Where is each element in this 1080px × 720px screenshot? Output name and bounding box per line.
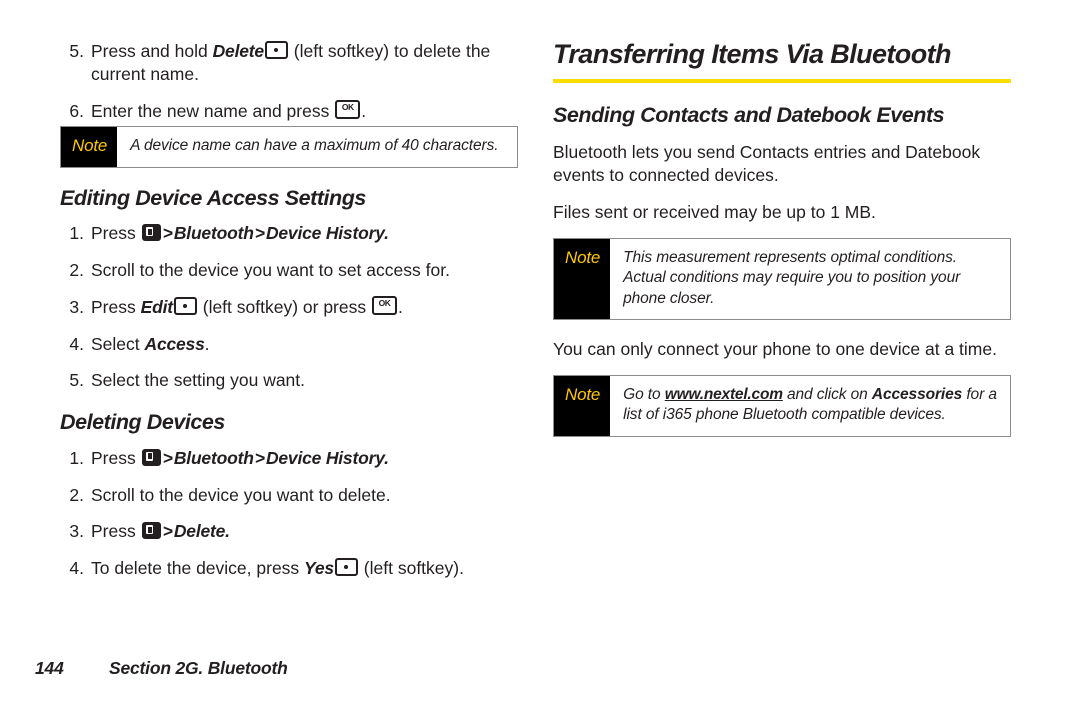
emphasis-term: Device History.	[265, 223, 389, 244]
note-text: This measurement represents optimal cond…	[623, 248, 961, 307]
list-item: 1. Press >Bluetooth>Device History.	[60, 447, 518, 470]
list-item: 3. Press Edit (left softkey) or press OK.	[60, 295, 518, 319]
list-item-number: 4.	[69, 333, 84, 354]
text-run: To delete the device, press	[91, 558, 305, 579]
menu-path-separator: >	[162, 447, 173, 468]
note-text-rich: Go to www.nextel.com and click on Access…	[610, 376, 1010, 436]
text-run: Press	[91, 296, 141, 317]
manual-page: 5. Press and hold Delete (left softkey) t…	[0, 0, 1080, 720]
left-softkey-icon	[334, 558, 358, 577]
list-item: 2. Scroll to the device you want to set a…	[60, 259, 518, 282]
list-item-number: 2.	[69, 260, 84, 281]
note-text: A device name can have a maximum of 40 c…	[130, 137, 499, 155]
note-box: Note This measurement represents optimal…	[553, 237, 1011, 321]
note-label: Note	[554, 375, 611, 436]
text-run: .	[361, 100, 367, 121]
list-item-number: 5.	[69, 41, 84, 61]
list-item-number: 4.	[69, 558, 84, 579]
list-item-number: 1.	[69, 447, 84, 468]
text-run: Press	[91, 521, 141, 542]
list-item: 5. Press and hold Delete (left softkey) t…	[60, 40, 518, 86]
note-box: Note A device name can have a maximum of…	[60, 126, 518, 168]
deleting-steps-list: 1. Press >Bluetooth>Device History. 2. Scro…	[60, 447, 518, 580]
list-item-number: 2.	[69, 484, 84, 505]
emphasis-term: Delete	[212, 41, 265, 61]
note-label: Note	[61, 127, 118, 167]
section-heading-sending-contacts-and-datebook-events: Sending Contacts and Datebook Events	[553, 102, 945, 127]
list-item: 3. Press >Delete.	[60, 520, 518, 543]
text-run: (left softkey) or press	[197, 296, 371, 317]
paragraph-bluetooth-sends: Bluetooth lets you send Contacts entries…	[553, 142, 981, 186]
menu-path-separator: >	[254, 447, 265, 468]
menu-path-separator: >	[254, 223, 265, 244]
text-run: Press	[91, 447, 141, 468]
text-run: Select the setting you want.	[91, 370, 306, 391]
emphasis-term: Bluetooth	[173, 447, 254, 468]
emphasis-term: Yes	[304, 558, 334, 579]
left-column: 5. Press and hold Delete (left softkey) t…	[60, 40, 518, 580]
page-footer: 144 Section 2G. Bluetooth	[35, 658, 288, 679]
text-run: Scroll to the device you want to delete.	[91, 484, 391, 505]
list-item-number: 1.	[69, 223, 84, 244]
emphasis-term: Access	[144, 333, 205, 354]
left-softkey-icon	[173, 296, 197, 315]
text-run: .	[397, 296, 403, 317]
menu-key-icon	[141, 448, 161, 466]
list-item-number: 6.	[69, 100, 84, 121]
text-run: (left softkey).	[358, 558, 464, 579]
list-item: 4. Select Access.	[60, 333, 518, 356]
text-run: Scroll to the device you want to set acc…	[91, 260, 450, 281]
paragraph-file-size: Files sent or received may be up to 1 MB…	[553, 201, 876, 222]
menu-path-separator: >	[162, 223, 173, 244]
menu-key-icon	[141, 522, 161, 540]
text-run: Press	[91, 223, 141, 244]
text-run: Enter the new name and press	[91, 100, 335, 121]
list-item: 2. Scroll to the device you want to delet…	[60, 484, 518, 507]
text-run: .	[204, 333, 210, 354]
continued-steps-list: 5. Press and hold Delete (left softkey) t…	[60, 40, 518, 122]
left-softkey-icon	[264, 41, 288, 59]
section-heading-editing-device-access-settings: Editing Device Access Settings	[60, 185, 366, 210]
menu-path-separator: >	[162, 521, 173, 542]
list-item: 1. Press >Bluetooth>Device History.	[60, 222, 518, 245]
text-run: Press and hold	[91, 41, 213, 61]
footer-section-label: Section 2G. Bluetooth	[109, 658, 288, 678]
emphasis-term: Edit	[140, 296, 173, 317]
accent-rule	[553, 78, 1011, 83]
ok-key-icon: OK	[371, 295, 397, 315]
list-item-number: 5.	[69, 370, 84, 391]
text-run: Select	[91, 333, 145, 354]
right-column: Transferring Items Via Bluetooth Sending…	[553, 39, 1011, 455]
list-item-number: 3.	[69, 521, 84, 542]
editing-steps-list: 1. Press >Bluetooth>Device History. 2. Scro…	[60, 222, 518, 392]
emphasis-term: Device History.	[265, 447, 389, 468]
list-item: 4. To delete the device, press Yes (left …	[60, 557, 518, 580]
text-run: Go to	[623, 385, 665, 403]
emphasis-term: Bluetooth	[173, 223, 254, 244]
footer-page-number: 144	[35, 658, 64, 678]
paragraph-single-device: You can only connect your phone to one d…	[553, 339, 997, 360]
list-item: 6. Enter the new name and press OK.	[60, 99, 518, 123]
emphasis-term: Accessories	[871, 385, 963, 403]
note-label: Note	[554, 238, 611, 320]
link-text[interactable]: www.nextel.com	[665, 386, 783, 403]
section-heading-deleting-devices: Deleting Devices	[60, 410, 225, 435]
page-title: Transferring Items Via Bluetooth	[553, 39, 951, 69]
ok-key-icon: OK	[335, 99, 361, 119]
list-item: 5. Select the setting you want.	[60, 369, 518, 392]
text-run: and click on	[782, 385, 872, 403]
note-box: Note Go to www.nextel.com and click on A…	[553, 374, 1011, 437]
list-item-number: 3.	[69, 296, 84, 317]
emphasis-term: Delete.	[173, 521, 230, 542]
menu-key-icon	[141, 224, 161, 242]
